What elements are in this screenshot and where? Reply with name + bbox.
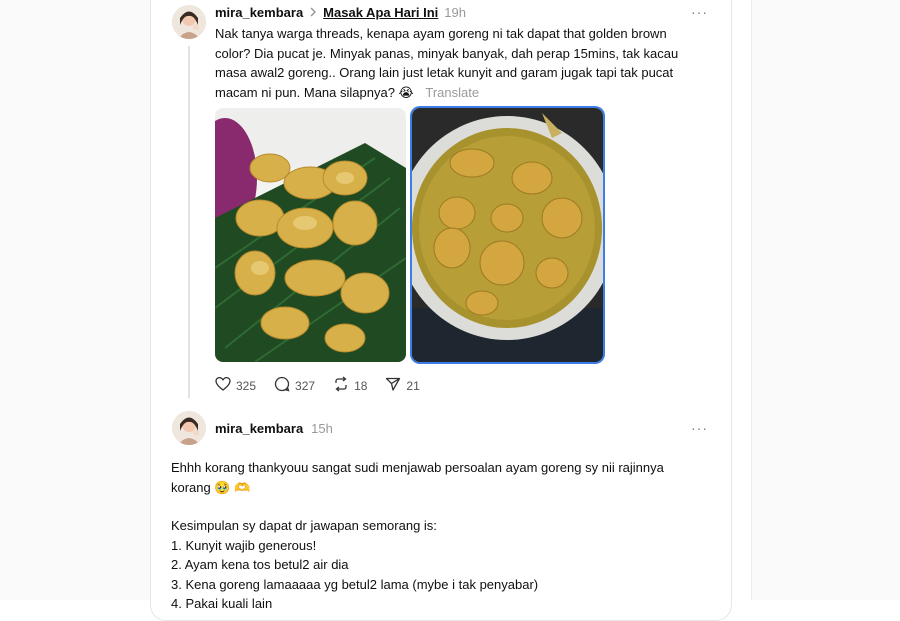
list-item: 2. Ayam kena tos betul2 air dia — [171, 557, 349, 572]
username[interactable]: mira_kembara — [215, 5, 303, 20]
avatar[interactable] — [172, 5, 206, 39]
thread-card: mira_kembara Masak Apa Hari Ini 19h ··· … — [150, 0, 751, 621]
post-time: 19h — [444, 5, 466, 20]
reply-more-icon[interactable]: ··· — [691, 420, 708, 436]
chevron-right-icon — [309, 6, 317, 20]
list-item: 4. Pakai kuali lain — [171, 596, 273, 611]
heart-icon — [215, 376, 236, 395]
reply-button[interactable]: 327 — [274, 376, 315, 395]
share-button[interactable]: 21 — [385, 376, 420, 395]
reply-paragraph-1: Ehhh korang thankyouu sangat sudi menjaw… — [171, 460, 664, 495]
repost-count: 18 — [354, 378, 368, 393]
repost-button[interactable]: 18 — [333, 376, 367, 395]
left-gutter — [0, 0, 151, 600]
post-image-2[interactable] — [412, 108, 603, 362]
reply-text: Ehhh korang thankyouu sangat sudi menjaw… — [171, 458, 691, 614]
thread-line — [188, 46, 190, 398]
reply-header: mira_kembara 15h — [215, 421, 333, 436]
like-count: 325 — [236, 378, 257, 393]
post-header: mira_kembara Masak Apa Hari Ini 19h — [215, 5, 466, 20]
list-item: 3. Kena goreng lamaaaaa yg betul2 lama (… — [171, 576, 539, 592]
reply-avatar[interactable] — [172, 411, 206, 445]
reply-username[interactable]: mira_kembara — [215, 421, 303, 436]
right-gutter — [751, 0, 900, 600]
like-button[interactable]: 325 — [215, 376, 256, 395]
reply-paragraph-2: Kesimpulan sy dapat dr jawapan semorang … — [171, 518, 437, 533]
share-icon — [385, 376, 406, 395]
repost-icon — [333, 376, 354, 395]
reply-time: 15h — [311, 421, 333, 436]
share-count: 21 — [406, 378, 420, 393]
post-image-1[interactable] — [215, 108, 406, 362]
post-actions: 325 327 18 21 — [215, 376, 438, 395]
post-text: Nak tanya warga threads, kenapa ayam gor… — [215, 24, 705, 102]
list-item: 1. Kunyit wajib generous! — [171, 537, 317, 553]
reply-count: 327 — [295, 378, 316, 393]
more-icon[interactable]: ··· — [691, 4, 708, 20]
community-link[interactable]: Masak Apa Hari Ini — [323, 5, 438, 20]
comment-icon — [274, 376, 295, 395]
translate-link[interactable]: Translate — [425, 85, 479, 100]
